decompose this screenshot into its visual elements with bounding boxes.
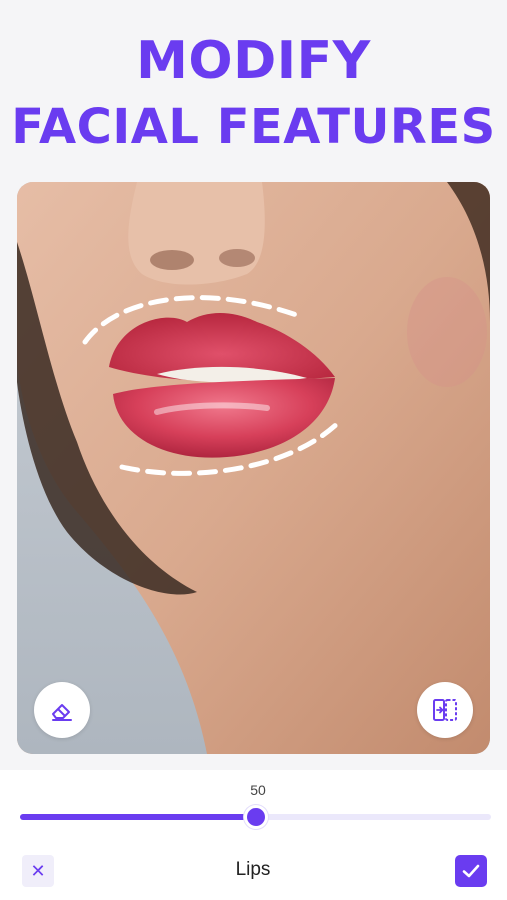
face-illustration (17, 182, 490, 754)
intensity-slider-fill (20, 814, 256, 820)
compare-icon (433, 699, 457, 721)
check-icon (462, 864, 480, 878)
nose (128, 182, 265, 285)
confirm-button[interactable] (455, 855, 487, 887)
headline: MODIFY FACIAL FEATURES (0, 28, 507, 160)
compare-button[interactable] (417, 682, 473, 738)
cheek-blush (407, 277, 487, 387)
headline-line-1: MODIFY (136, 31, 371, 91)
slider-value: 50 (250, 782, 266, 798)
adjust-panel: 50 ✕ Lips (0, 770, 507, 900)
headline-line-2: FACIAL FEATURES (11, 99, 496, 155)
intensity-slider-thumb[interactable] (243, 805, 268, 829)
eraser-button[interactable] (34, 682, 90, 738)
feature-label: Lips (235, 859, 271, 880)
nostril-left (150, 250, 194, 270)
eraser-icon (52, 704, 72, 721)
close-button[interactable]: ✕ (22, 855, 54, 887)
nostril-right (219, 249, 255, 267)
close-icon: ✕ (30, 860, 46, 881)
face-photo[interactable] (17, 182, 490, 754)
